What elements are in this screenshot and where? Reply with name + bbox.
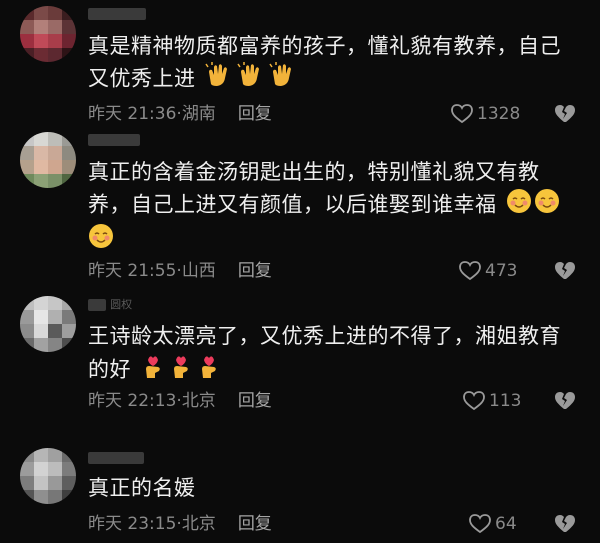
blushing-smile-icon	[506, 188, 532, 223]
dislike-broken-heart-icon[interactable]	[554, 103, 576, 125]
dislike-broken-heart-icon[interactable]	[554, 513, 576, 535]
comment-meta: 昨天 21:55·山西 回复	[88, 259, 272, 283]
avatar[interactable]	[20, 448, 76, 504]
heart-outline-icon	[459, 261, 481, 281]
comment-meta: 昨天 22:13·北京 回复	[88, 389, 272, 413]
clapping-hands-icon	[237, 62, 267, 97]
comment-text: 王诗龄太漂亮了，又优秀上进的不得了，湘姐教育 的好	[88, 320, 588, 389]
username-redacted	[88, 133, 140, 146]
like-button[interactable]: 473	[459, 259, 517, 283]
like-button[interactable]: 64	[469, 512, 517, 536]
finger-heart-icon	[196, 352, 222, 389]
comment-time: 昨天 23:15	[88, 514, 177, 534]
comment-text-segment: 又优秀上进	[88, 66, 196, 91]
comment-text-line: 又优秀上进	[88, 62, 588, 97]
reply-button[interactable]: 回复	[238, 514, 272, 534]
comment-text: 真正的含着金汤钥匙出生的，特别懂礼貌又有教 养，自己上进又有颜值，以后谁娶到谁幸…	[88, 156, 588, 258]
username-fragment: 圆权	[110, 298, 133, 311]
reply-button[interactable]: 回复	[238, 261, 272, 281]
reply-button[interactable]: 回复	[238, 391, 272, 411]
clapping-hands-icon	[269, 62, 299, 97]
username[interactable]	[88, 450, 144, 464]
avatar[interactable]	[20, 296, 76, 352]
comment-text-segment: 的好	[88, 357, 131, 382]
comment-text: 真是精神物质都富养的孩子，懂礼貌有教养，自己 又优秀上进	[88, 30, 588, 97]
comment-time: 昨天 22:13	[88, 391, 177, 411]
comment-text-line: 真是精神物质都富养的孩子，懂礼貌有教养，自己	[88, 34, 561, 58]
username[interactable]: 圆权	[88, 296, 133, 311]
like-count: 1328	[477, 104, 521, 124]
reply-button[interactable]: 回复	[238, 104, 272, 124]
username-redacted	[88, 7, 146, 20]
comment-location: 北京	[181, 514, 216, 534]
like-count: 113	[489, 391, 522, 411]
like-button[interactable]: 113	[463, 389, 521, 413]
like-count: 64	[495, 514, 517, 534]
avatar[interactable]	[20, 6, 76, 62]
comment-text-line	[88, 223, 588, 258]
heart-outline-icon	[469, 514, 491, 534]
comment-meta: 昨天 21:36·湖南 回复	[88, 102, 272, 126]
comment-text-line: 的好	[88, 352, 588, 389]
comment-text-segment: 养，自己上进又有颜值，以后谁娶到谁幸福	[88, 192, 497, 217]
comment-location: 北京	[181, 391, 216, 411]
finger-heart-icon	[168, 352, 194, 389]
comment-meta: 昨天 23:15·北京 回复	[88, 512, 272, 536]
comment-text-line: 真正的名媛	[88, 476, 196, 500]
dislike-broken-heart-icon[interactable]	[554, 260, 576, 282]
like-count: 473	[485, 261, 518, 281]
comment-text-line: 王诗龄太漂亮了，又优秀上进的不得了，湘姐教育	[88, 324, 561, 348]
comment-text-line: 养，自己上进又有颜值，以后谁娶到谁幸福	[88, 188, 588, 223]
finger-heart-icon	[140, 352, 166, 389]
comment-text-line: 真正的含着金汤钥匙出生的，特别懂礼貌又有教	[88, 160, 540, 184]
like-button[interactable]: 1328	[451, 102, 520, 126]
comment-location: 湖南	[181, 104, 216, 124]
username-redacted	[88, 451, 144, 464]
heart-outline-icon	[451, 104, 473, 124]
comment-time: 昨天 21:36	[88, 104, 177, 124]
blushing-smile-icon	[534, 188, 560, 223]
comment-location: 山西	[181, 261, 216, 281]
username[interactable]	[88, 132, 140, 146]
heart-outline-icon	[463, 391, 485, 411]
username[interactable]	[88, 6, 146, 20]
comment-time: 昨天 21:55	[88, 261, 177, 281]
clapping-hands-icon	[205, 62, 235, 97]
dislike-broken-heart-icon[interactable]	[554, 390, 576, 412]
avatar[interactable]	[20, 132, 76, 188]
username-redacted	[88, 298, 106, 311]
blushing-smile-icon	[88, 223, 114, 258]
comment-text: 真正的名媛	[88, 472, 588, 504]
